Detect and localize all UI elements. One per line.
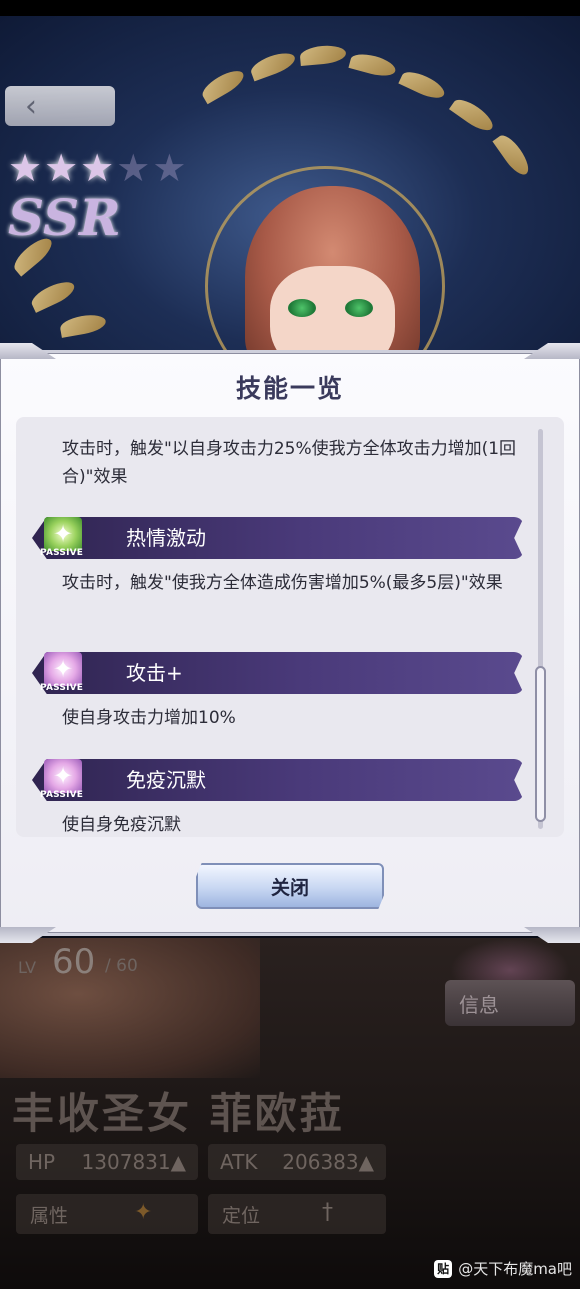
level-value: 60 bbox=[52, 942, 96, 982]
skill-list-dialog: 技能一览 攻击时，触发"以自身攻击力25%使我方全体攻击力增加(1回合)"效果 … bbox=[0, 343, 580, 943]
dialog-title: 技能一览 bbox=[235, 374, 344, 403]
role-icon: † bbox=[322, 1200, 333, 1225]
attribute-icon: ✦ bbox=[134, 1200, 153, 1225]
close-button[interactable]: 关闭 bbox=[196, 863, 384, 909]
star-icon: ★ bbox=[80, 146, 115, 190]
star-icon: ★ bbox=[44, 146, 79, 190]
pink-sparkle-icon: ✦ bbox=[44, 759, 82, 793]
star-icon: ★ bbox=[8, 146, 43, 190]
info-button-label: 信息 bbox=[459, 992, 499, 1017]
role-box: 定位 bbox=[208, 1194, 386, 1234]
level-label: LV bbox=[18, 958, 37, 977]
hp-stat: HP 1307831▲ bbox=[16, 1144, 198, 1180]
attribute-box: 属性 bbox=[16, 1194, 198, 1234]
laurel-leaf bbox=[198, 65, 248, 105]
skill-header bbox=[32, 517, 524, 559]
pink-sparkle-icon: ✦ bbox=[44, 652, 82, 686]
rarity-stars: ★ ★ ★ ★ ★ bbox=[8, 148, 186, 188]
level-max: / 60 bbox=[105, 956, 138, 976]
atk-value: 206383▲ bbox=[282, 1150, 374, 1174]
laurel-leaf bbox=[248, 48, 298, 82]
star-icon: ★ bbox=[116, 146, 151, 190]
skill-description: 使自身攻击力增加10% bbox=[62, 708, 236, 728]
laurel-leaf bbox=[492, 130, 534, 180]
character-eye bbox=[345, 299, 373, 317]
laurel-leaf bbox=[348, 50, 398, 80]
atk-label: ATK bbox=[220, 1150, 258, 1174]
passive-tag: PASSIVE bbox=[40, 790, 84, 800]
role-label: 定位 bbox=[222, 1204, 261, 1227]
close-button-label: 关闭 bbox=[270, 876, 309, 899]
scrollbar-thumb[interactable] bbox=[535, 666, 546, 822]
attribute-label: 属性 bbox=[30, 1204, 69, 1227]
skill-description: 使自身免疫沉默 bbox=[62, 815, 181, 835]
back-button[interactable]: ‹ bbox=[5, 86, 115, 126]
tieba-icon: 贴 bbox=[434, 1259, 453, 1278]
hp-label: HP bbox=[28, 1150, 56, 1174]
character-name: 丰收圣女 菲欧菈 bbox=[12, 1089, 345, 1138]
info-decoration bbox=[450, 938, 570, 984]
skill-name: 热情激动 bbox=[126, 526, 206, 550]
skill-description: 攻击时，触发"以自身攻击力25%使我方全体攻击力增加(1回合)"效果 bbox=[62, 439, 517, 487]
watermark: 贴 @天下布魔ma吧 bbox=[434, 1258, 572, 1279]
character-art-top: ‹ ★ ★ ★ ★ ★ SSR bbox=[0, 16, 580, 352]
skill-list[interactable]: 攻击时，触发"以自身攻击力25%使我方全体攻击力增加(1回合)"效果 ✦ PAS… bbox=[16, 417, 564, 837]
laurel-leaf bbox=[58, 312, 108, 338]
passive-tag: PASSIVE bbox=[40, 548, 84, 558]
skill-header bbox=[32, 652, 524, 694]
rarity-label: SSR bbox=[8, 188, 121, 247]
hp-value: 1307831▲ bbox=[81, 1150, 186, 1174]
watermark-text: @天下布魔ma吧 bbox=[458, 1260, 572, 1278]
chevron-left-icon: ‹ bbox=[25, 88, 37, 124]
character-eye bbox=[288, 299, 316, 317]
skill-name: 攻击+ bbox=[126, 661, 183, 685]
laurel-leaf bbox=[448, 94, 498, 136]
star-icon: ★ bbox=[152, 146, 187, 190]
info-button[interactable]: 信息 bbox=[445, 980, 575, 1026]
character-details: LV 60 / 60 信息 丰收圣女 菲欧菈 HP 1307831▲ ATK 2… bbox=[0, 938, 580, 1289]
status-bar bbox=[0, 0, 580, 16]
laurel-leaf bbox=[299, 44, 347, 66]
green-sparkle-icon: ✦ bbox=[44, 517, 82, 551]
laurel-leaf bbox=[28, 277, 78, 313]
laurel-leaf bbox=[398, 67, 448, 103]
skill-header bbox=[32, 759, 524, 801]
passive-tag: PASSIVE bbox=[40, 683, 84, 693]
atk-stat: ATK 206383▲ bbox=[208, 1144, 386, 1180]
skill-description: 攻击时，触发"使我方全体造成伤害增加5%(最多5层)"效果 bbox=[62, 573, 503, 593]
skill-name: 免疫沉默 bbox=[126, 768, 206, 792]
